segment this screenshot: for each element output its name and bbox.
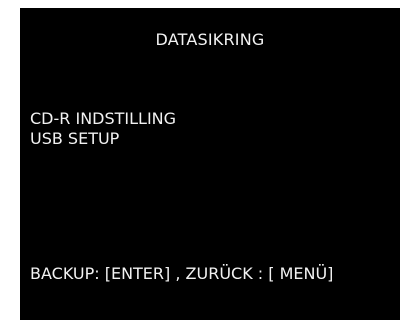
osd-screen: DATASIKRING CD-R INDSTILLING USB SETUP B… <box>20 8 400 320</box>
menu-item-cdr-settings[interactable]: CD-R INDSTILLING <box>30 109 176 129</box>
screen-title: DATASIKRING <box>155 30 265 49</box>
menu-item-usb-setup[interactable]: USB SETUP <box>30 129 176 149</box>
settings-menu: CD-R INDSTILLING USB SETUP <box>30 109 176 149</box>
key-hint: BACKUP: [ENTER] , ZURÜCK : [ MENÜ] <box>30 264 334 283</box>
